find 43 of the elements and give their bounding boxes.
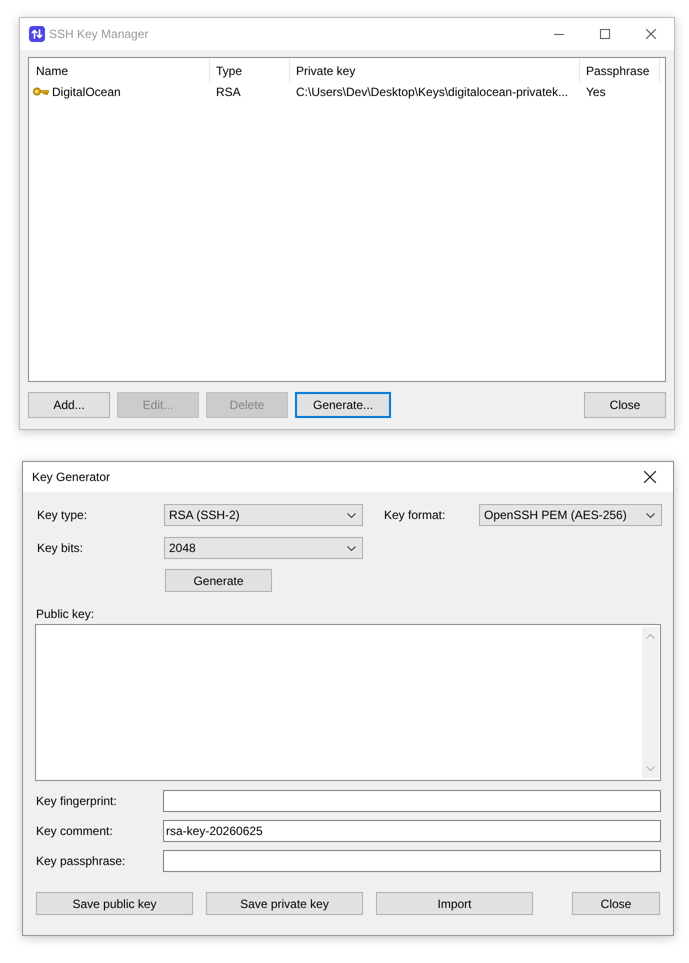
dropdown[interactable]: 2048 [164,537,363,559]
up-down-arrows-icon [29,26,45,42]
window-title: Key Generator [32,470,110,484]
dialog-button[interactable]: Add... [28,392,110,418]
chevron-down-icon[interactable] [646,766,655,771]
column-header[interactable]: Type [210,59,290,82]
key-icon [33,87,49,96]
table-cell: DigitalOcean [52,84,121,98]
option-label: Key type: [36,507,88,524]
option-label: Key format: [383,507,446,524]
dialog-button[interactable]: Save public key [36,892,193,915]
field-label: Public key: [35,606,96,622]
scrollbar[interactable] [642,627,659,778]
table-cell-text: Yes [585,84,607,100]
field-label: Key passphrase: [35,853,126,870]
table-cell-text: RSA [215,84,242,100]
generate-button[interactable]: Generate [165,569,272,592]
chevron-down-icon [347,546,356,550]
dialog-button[interactable]: Import [376,892,533,915]
dialog-button[interactable]: Close [584,392,666,418]
input-field[interactable] [163,790,661,812]
table-cell-text: C:\Users\Dev\Desktop\Keys\digitalocean-privatek... [295,84,570,100]
dialog-button[interactable]: Generate... [295,392,392,418]
dropdown[interactable]: RSA (SSH-2) [164,504,363,526]
dialog-button[interactable]: Close [572,892,660,915]
column-header[interactable]: Private key [290,59,580,82]
close-icon [646,29,656,39]
dialog-button[interactable]: Save private key [206,892,363,915]
field-label: Key fingerprint: [35,793,118,810]
option-label: Key bits: [36,540,84,557]
maximize-icon [600,29,610,39]
chevron-down-icon [347,512,356,518]
chevron-up-icon[interactable] [646,634,655,639]
chevron-down-icon [646,512,655,518]
column-header[interactable]: Name [30,59,210,82]
field-label: Key comment: [35,823,114,840]
column-header[interactable]: Passphrase [580,59,660,82]
window-title: SSH Key Manager [49,27,148,41]
dropdown[interactable]: OpenSSH PEM (AES-256) [479,504,662,526]
close-icon [644,471,656,483]
input-field[interactable]: rsa-key-20260625 [163,820,661,842]
public-key-field[interactable] [35,624,661,781]
input-field[interactable] [163,850,661,872]
